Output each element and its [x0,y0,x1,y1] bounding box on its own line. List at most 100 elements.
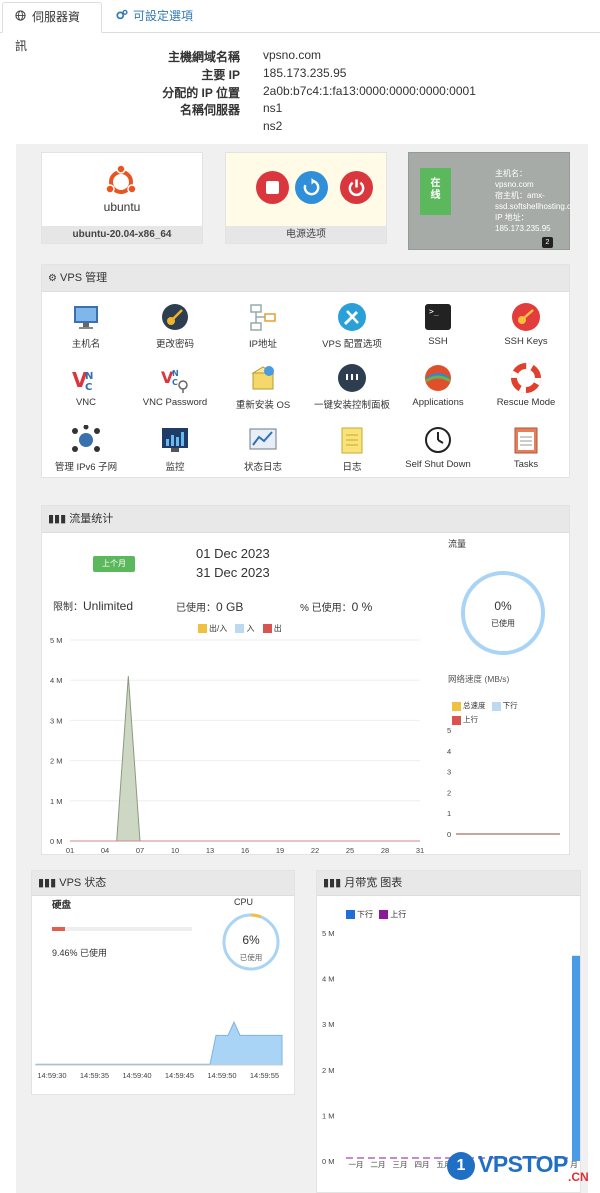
legend-label: 上行 [463,715,478,724]
y-tick-label: 1 M [50,797,63,806]
vps-tool-tasks[interactable]: Tasks [481,425,571,470]
vps-tool-notepad[interactable]: 日志 [307,425,397,473]
power-options-label: 电源选项 [226,226,386,243]
limit-row: 限制：Unlimited [53,598,133,613]
y-tick-label: 4 M [322,975,335,984]
terminal-icon: >_ [423,302,453,332]
legend-swatch [491,701,501,711]
traffic-header: ▮▮▮ 流量统计 [42,506,569,533]
status-log-icon [248,425,278,455]
vps-tool-monitor[interactable]: 主机名 [41,302,131,350]
y-tick-label: 4 [447,747,451,756]
node-label: 宿主机：amx- [495,191,545,200]
percent-used-row: % 已使用：0 % [300,599,372,614]
vps-tool-ipv6[interactable]: 管理 IPv6 子网 [41,424,131,473]
used-label: 已使用： [176,603,216,614]
control-panel-icon [337,363,367,393]
traffic-title: 流量统计 [69,513,114,525]
info-value: 185.173.235.95 [263,66,347,80]
vps-tool-label: Rescue Mode [496,397,556,408]
vps-tool-reinstall[interactable]: 重新安装 OS [218,363,308,411]
vps-tool-label: Applications [412,397,464,408]
vps-tool-applications[interactable]: Applications [393,363,483,408]
y-tick-label: 5 [447,726,451,735]
cpu-label: CPU [234,897,254,907]
tab-configurable-options[interactable]: 可設定選項 [104,2,205,33]
vps-tool-network[interactable]: IP地址 [218,302,308,350]
vps-tool-terminal[interactable]: >_ SSH [393,302,483,347]
gear-icon: ⚙ [48,273,57,284]
os-card: ubuntu ubuntu-20.04-x86_64 [41,152,203,244]
hostname-label: 主机名： [495,169,527,178]
online-badge-text: 在线 [430,178,441,201]
tab-bar: 伺服器資訊 可設定選項 [0,0,600,53]
x-tick-label: 28 [381,846,389,855]
x-tick-label: 14:59:50 [207,1071,236,1080]
tab-configurable-options-label: 可設定選項 [133,9,194,23]
hostname-value: vpsno.com [495,180,534,189]
y-tick-label: 4 M [50,676,63,685]
vps-tool-label: Self Shut Down [405,459,471,470]
tasks-icon [511,425,541,455]
vps-tool-clock[interactable]: Self Shut Down [393,425,483,470]
x-tick-label: 13 [206,846,214,855]
vps-tool-vnc[interactable]: V N C VNC [41,363,131,408]
y-tick-label: 3 M [50,716,63,725]
vps-tool-ssh-key[interactable]: SSH Keys [481,302,571,347]
monitor-icon [71,302,101,332]
x-tick-label: 16 [241,846,249,855]
notification-count[interactable]: 2 [542,237,553,248]
y-tick-label: 2 M [322,1066,335,1075]
vps-tool-label: 更改密码 [155,339,194,350]
y-tick-label: 2 M [50,757,63,766]
disk-label: 硬盘 [52,900,72,911]
cpu-history-chart: 14:59:30 14:59:35 14:59:40 14:59:45 14:59:50… [35,1020,283,1080]
used-value: 0 GB [216,600,244,614]
x-tick-label: 四月 [415,1160,430,1169]
y-tick-label: 0 M [50,837,63,846]
vps-tool-label: 管理 IPv6 子网 [54,462,118,473]
tab-server-info[interactable]: 伺服器資訊 [2,2,102,53]
notepad-icon [337,425,367,455]
legend-swatch [452,715,461,725]
flow-label: 流量 [448,539,467,549]
svg-text:C: C [85,382,92,393]
y-tick-label: 3 [447,768,451,777]
stop-button[interactable] [256,171,289,204]
info-label: 分配的 IP 位置 [162,86,240,100]
vps-tool-control-panel[interactable]: 一键安装控制面板 [307,363,397,411]
info-value: ns1 [263,101,283,115]
vps-tool-status-log[interactable]: 状态日志 [218,425,308,473]
node-value: ssd.softshellhosting.com [495,202,571,211]
svg-text:N: N [172,369,179,378]
info-label: 主機網域名稱 [167,50,240,64]
y-tick-label: 1 [447,809,451,818]
reinstall-icon [248,363,278,393]
vps-tool-lifebuoy[interactable]: Rescue Mode [481,363,571,408]
legend-swatch [452,701,461,711]
vps-tool-label: 主机名 [71,339,101,350]
percent-used-value: 0 % [351,600,373,614]
monthly-bandwidth-title: 月带宽 图表 [344,877,403,889]
info-value: 2a0b:b7c4:1:fa13:0000:0000:0000:0001 [263,84,476,98]
info-row-hostname: 主機網域名稱 vpsno.com [0,48,600,64]
y-tick-label: 3 M [322,1020,335,1029]
legend-swatch [235,624,245,634]
ipv6-icon [71,424,101,455]
restart-button[interactable] [295,171,328,204]
status-card: 在线 主机名： vpsno.com 宿主机：amx- ssd.softshell… [408,152,571,250]
watermark-suffix: .CN [568,1170,589,1184]
x-tick-label: 月 [570,1160,578,1169]
vps-management-header: ⚙ VPS 管理 [42,265,569,292]
vps-tool-key[interactable]: 更改密码 [130,302,220,350]
disk-usage-bar [52,927,192,931]
vps-tool-monitoring[interactable]: 监控 [130,425,220,473]
vps-tool-label: SSH Keys [504,336,548,347]
legend-label: 上行 [390,910,407,919]
power-off-button[interactable] [340,171,373,204]
traffic-donut-sub: 已使用 [491,619,515,628]
x-tick-label: 07 [136,846,144,855]
vps-tool-vnc-password[interactable]: V N C VNC Password [130,363,220,408]
previous-month-button[interactable]: 上个月 [93,556,135,572]
vps-tool-tools[interactable]: VPS 配置选项 [307,302,397,350]
